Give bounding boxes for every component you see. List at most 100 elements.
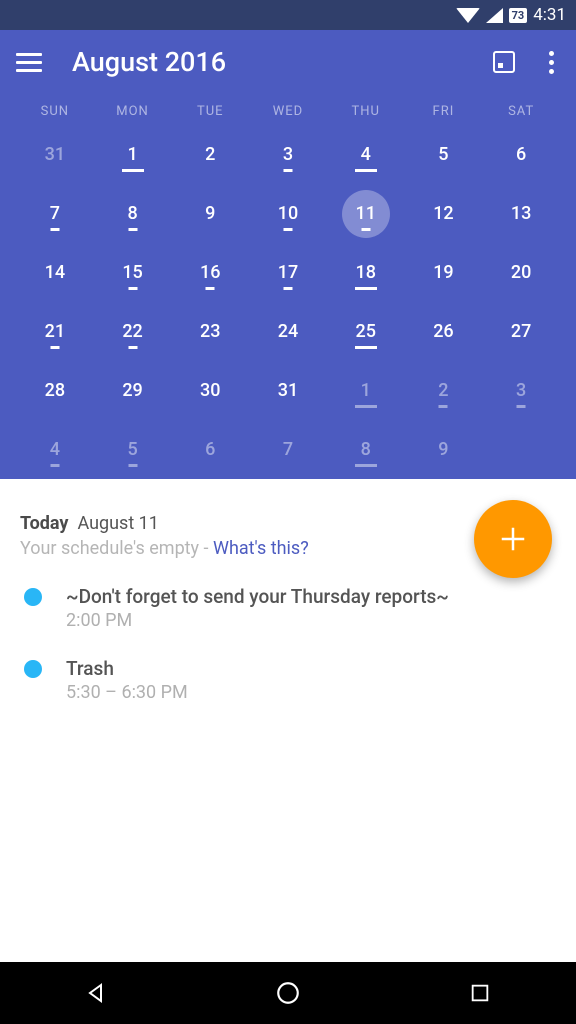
day-cell[interactable]: 29 [94, 361, 172, 420]
day-cell[interactable]: 3 [249, 125, 327, 184]
day-cell[interactable]: 10 [249, 184, 327, 243]
day-cell[interactable]: 14 [16, 243, 94, 302]
day-cell[interactable]: 21 [16, 302, 94, 361]
day-cell[interactable]: 13 [482, 184, 560, 243]
day-cell[interactable]: 19 [405, 243, 483, 302]
day-number: 2 [205, 144, 215, 165]
day-cell[interactable]: 31 [16, 125, 94, 184]
day-cell[interactable]: 18 [327, 243, 405, 302]
event-indicator [355, 464, 377, 467]
event-body: ~Don't forget to send your Thursday repo… [66, 585, 449, 631]
toolbar: August 2016 [16, 30, 560, 94]
day-number: 29 [122, 380, 142, 401]
battery-icon: 73 [509, 8, 528, 23]
event-indicator [283, 169, 292, 172]
day-cell[interactable]: 15 [94, 243, 172, 302]
day-cell[interactable]: 12 [405, 184, 483, 243]
day-cell[interactable]: 1 [327, 361, 405, 420]
event-indicator [517, 405, 526, 408]
day-number: 28 [45, 380, 65, 401]
event-indicator [283, 228, 292, 231]
nav-bar [0, 962, 576, 1024]
day-cell[interactable]: 2 [171, 125, 249, 184]
event-indicator [361, 228, 370, 231]
event-indicator [283, 287, 292, 290]
day-cell[interactable]: 4 [327, 125, 405, 184]
day-cell[interactable]: 26 [405, 302, 483, 361]
recents-button[interactable] [466, 979, 494, 1007]
event-time: 2:00 PM [66, 610, 449, 631]
day-number: 11 [355, 203, 375, 224]
event-indicator [128, 346, 137, 349]
day-cell[interactable]: 27 [482, 302, 560, 361]
event-indicator [50, 464, 59, 467]
day-cell[interactable]: 7 [249, 420, 327, 479]
event-indicator [128, 464, 137, 467]
event-time: 5:30 – 6:30 PM [66, 682, 188, 703]
day-cell[interactable]: 8 [94, 184, 172, 243]
back-button[interactable] [82, 979, 110, 1007]
event-dot-icon [24, 588, 42, 606]
menu-button[interactable] [16, 53, 42, 72]
day-number: 7 [283, 439, 293, 460]
more-button[interactable] [543, 45, 560, 80]
day-number: 1 [127, 144, 137, 165]
today-button[interactable] [493, 51, 515, 73]
day-cell[interactable]: 5 [94, 420, 172, 479]
day-cell[interactable]: 4 [16, 420, 94, 479]
day-number: 23 [200, 321, 220, 342]
day-cell[interactable] [482, 420, 560, 479]
back-icon [84, 981, 108, 1005]
day-cell[interactable]: 23 [171, 302, 249, 361]
status-bar: 73 4:31 [0, 0, 576, 30]
month-grid: 3112345678910111213141516171819202122232… [16, 125, 560, 479]
event-title: ~Don't forget to send your Thursday repo… [66, 585, 449, 608]
day-number: 5 [438, 144, 448, 165]
day-number: 2 [438, 380, 448, 401]
add-event-fab[interactable] [474, 500, 552, 578]
day-number: 3 [283, 144, 293, 165]
day-cell[interactable]: 1 [94, 125, 172, 184]
day-cell[interactable]: 17 [249, 243, 327, 302]
day-cell[interactable]: 6 [482, 125, 560, 184]
day-number: 8 [361, 439, 371, 460]
day-cell[interactable]: 16 [171, 243, 249, 302]
day-number: 4 [361, 144, 371, 165]
day-cell[interactable]: 25 [327, 302, 405, 361]
whats-this-link[interactable]: What's this? [213, 538, 309, 559]
event-indicator [206, 287, 215, 290]
day-number: 30 [200, 380, 220, 401]
day-cell[interactable]: 9 [405, 420, 483, 479]
day-number: 18 [355, 262, 375, 283]
dow-row: SUNMONTUEWEDTHUFRISAT [16, 94, 560, 125]
day-cell[interactable]: 5 [405, 125, 483, 184]
day-cell[interactable]: 9 [171, 184, 249, 243]
day-number: 9 [205, 203, 215, 224]
day-number: 15 [122, 262, 142, 283]
home-button[interactable] [274, 979, 302, 1007]
page-title[interactable]: August 2016 [72, 46, 493, 78]
day-cell[interactable]: 28 [16, 361, 94, 420]
day-cell[interactable]: 3 [482, 361, 560, 420]
day-cell[interactable]: 24 [249, 302, 327, 361]
day-number: 25 [355, 321, 375, 342]
plus-icon [498, 524, 528, 554]
day-cell[interactable]: 22 [94, 302, 172, 361]
day-cell[interactable]: 11 [327, 184, 405, 243]
day-cell[interactable]: 30 [171, 361, 249, 420]
day-number: 14 [45, 262, 65, 283]
day-cell[interactable]: 6 [171, 420, 249, 479]
event-indicator [122, 169, 144, 172]
day-cell[interactable]: 8 [327, 420, 405, 479]
day-cell[interactable]: 7 [16, 184, 94, 243]
day-number: 31 [278, 380, 298, 401]
event-item[interactable]: ~Don't forget to send your Thursday repo… [20, 585, 556, 631]
day-number: 3 [516, 380, 526, 401]
day-cell[interactable]: 31 [249, 361, 327, 420]
day-cell[interactable]: 2 [405, 361, 483, 420]
event-item[interactable]: Trash5:30 – 6:30 PM [20, 657, 556, 703]
day-number: 8 [127, 203, 137, 224]
recents-icon [469, 982, 491, 1004]
day-cell[interactable]: 20 [482, 243, 560, 302]
day-number: 5 [127, 439, 137, 460]
